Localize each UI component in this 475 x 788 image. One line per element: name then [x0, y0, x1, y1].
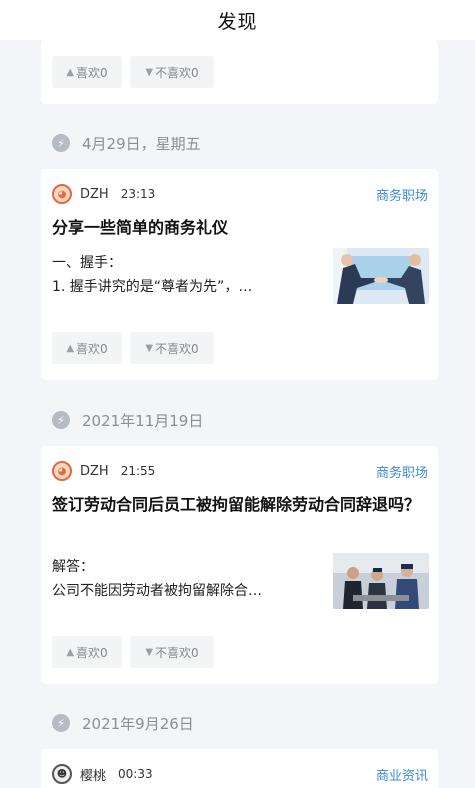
thumb-down-icon: ▼ [145, 342, 154, 354]
excerpt-line: 1. 握手讲究的是“尊者为先”，… [52, 279, 253, 295]
thumb-down-icon: ▼ [145, 66, 154, 78]
dislike-button[interactable]: ▼ 不喜欢0 [130, 56, 214, 88]
like-button[interactable]: ▲ 喜欢0 [52, 56, 122, 88]
post-time: 23:13 [120, 187, 156, 201]
lightning-icon: ⚡ [52, 411, 70, 429]
thumb-down-icon: ▼ [145, 646, 154, 658]
post-excerpt[interactable]: 一、握手： 1. 握手讲究的是“尊者为先”，… [52, 251, 322, 299]
reaction-bar: ▲ 喜欢0 ▼ 不喜欢0 [52, 56, 214, 88]
post-card[interactable]: ▲ 喜欢0 ▼ 不喜欢0 [41, 40, 438, 104]
post-time: 21:55 [120, 464, 156, 478]
like-label: 喜欢0 [76, 341, 108, 356]
category-link[interactable]: 商业资讯 [376, 765, 428, 784]
top-bar: 发现 [0, 0, 475, 40]
post-card[interactable]: ◕ DZH 23:13 商务职场 分享一些简单的商务礼仪 一、握手： 1. 握手… [41, 169, 438, 380]
post-card[interactable]: ☻ 樱桃 00:33 商业资讯 [41, 749, 438, 788]
post-title[interactable]: 签订劳动合同后员工被拘留能解除劳动合同辞退吗？ [52, 492, 428, 518]
date-divider: ⚡ 4月29日，星期五 [52, 132, 201, 154]
post-excerpt[interactable]: 解答： 公司不能因劳动者被拘留解除合… [52, 555, 322, 603]
category-link[interactable]: 商务职场 [376, 185, 428, 204]
page-title: 发现 [217, 10, 258, 33]
author-name[interactable]: 樱桃 [80, 765, 106, 784]
avatar[interactable]: ◕ [52, 184, 72, 204]
lightning-icon: ⚡ [52, 714, 70, 732]
like-button[interactable]: ▲ 喜欢0 [52, 332, 122, 364]
dislike-label: 不喜欢0 [155, 645, 199, 660]
post-header: ☻ 樱桃 00:33 商业资讯 [52, 763, 428, 785]
author-name[interactable]: DZH [80, 187, 109, 202]
category-link[interactable]: 商务职场 [376, 462, 428, 481]
like-label: 喜欢0 [76, 65, 108, 80]
thumb-up-icon: ▲ [66, 646, 75, 658]
dislike-label: 不喜欢0 [155, 65, 199, 80]
thumb-up-icon: ▲ [66, 342, 75, 354]
reaction-bar: ▲ 喜欢0 ▼ 不喜欢0 [52, 636, 214, 668]
date-divider: ⚡ 2021年11月19日 [52, 409, 203, 431]
post-thumbnail[interactable] [333, 553, 429, 609]
author-name[interactable]: DZH [80, 464, 109, 479]
lightning-icon: ⚡ [52, 134, 70, 152]
like-button[interactable]: ▲ 喜欢0 [52, 636, 122, 668]
excerpt-line: 公司不能因劳动者被拘留解除合… [52, 583, 262, 599]
post-header: ◕ DZH 21:55 商务职场 [52, 460, 428, 482]
post-header: ◕ DZH 23:13 商务职场 [52, 183, 428, 205]
reaction-bar: ▲ 喜欢0 ▼ 不喜欢0 [52, 332, 214, 364]
handshake-photo-icon [333, 248, 429, 304]
date-label: 4月29日，星期五 [82, 134, 201, 153]
dislike-button[interactable]: ▼ 不喜欢0 [130, 332, 214, 364]
police-photo-icon [333, 553, 429, 609]
excerpt-line: 解答： [52, 559, 94, 575]
feed[interactable]: ▲ 喜欢0 ▼ 不喜欢0 ⚡ 4月29日，星期五 ◕ DZH 23:13 商务职… [0, 40, 475, 788]
post-card[interactable]: ◕ DZH 21:55 商务职场 签订劳动合同后员工被拘留能解除劳动合同辞退吗？… [41, 446, 438, 684]
date-label: 2021年11月19日 [82, 411, 204, 430]
dislike-label: 不喜欢0 [155, 341, 199, 356]
avatar[interactable]: ◕ [52, 461, 72, 481]
thumb-up-icon: ▲ [66, 66, 75, 78]
post-time: 00:33 [118, 767, 153, 781]
dislike-button[interactable]: ▼ 不喜欢0 [130, 636, 214, 668]
post-thumbnail[interactable] [333, 248, 429, 304]
date-divider: ⚡ 2021年9月26日 [52, 712, 194, 734]
avatar[interactable]: ☻ [52, 764, 72, 784]
date-label: 2021年9月26日 [82, 714, 194, 733]
excerpt-line: 一、握手： [52, 255, 122, 271]
like-label: 喜欢0 [76, 645, 108, 660]
post-title[interactable]: 分享一些简单的商务礼仪 [52, 215, 428, 241]
